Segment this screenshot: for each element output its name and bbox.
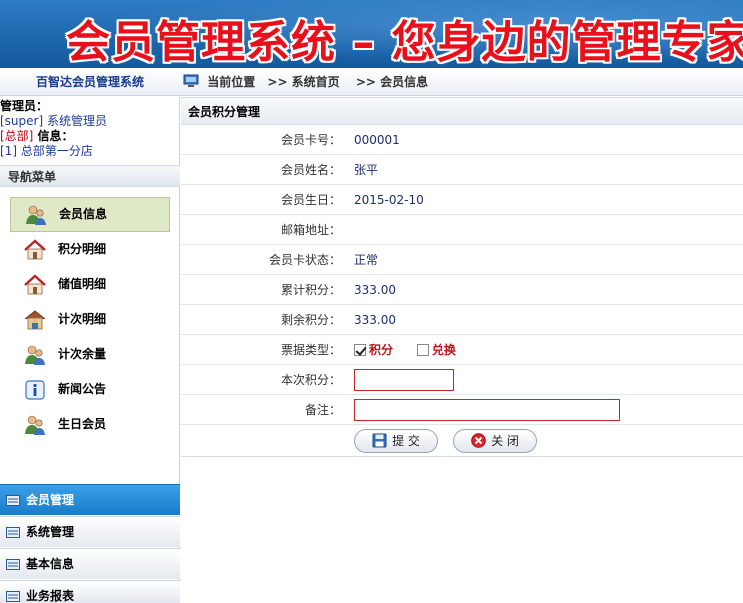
info-label: 信息： [33, 129, 74, 143]
branch-tag: [总部] [0, 129, 34, 143]
section-label: 系统管理 [26, 525, 75, 539]
redeem-checkbox[interactable] [416, 344, 429, 356]
system-name: 百智达会员管理系统 [35, 75, 144, 89]
admin-info: 管理员： [super] 系统管理员 [总部] 信息： [1] 总部第一分店 [0, 97, 179, 159]
nav-menu: 会员信息 积分明细 储值明细 计次明细 计次余量 新闻公告 生日会员 [0, 197, 180, 442]
admin-value: [super] 系统管理员 [0, 114, 107, 128]
field-label: 备注： [304, 403, 341, 417]
section-business-reports[interactable]: 业务报表 [0, 580, 180, 603]
close-label: 关 闭 [491, 434, 519, 448]
submit-label: 提 交 [392, 434, 420, 448]
section-label: 会员管理 [26, 493, 75, 507]
section-basic-info[interactable]: 基本信息 [0, 548, 180, 579]
nav-item-label: 会员信息 [59, 207, 108, 221]
ticket-type-options: 积分 兑换 [354, 335, 476, 365]
status-value: 正常 [354, 253, 379, 267]
name-value: 张平 [354, 163, 379, 177]
house-icon [24, 274, 46, 295]
nav-menu-title: 导航菜单 [0, 165, 180, 187]
nav-item-birthday-members[interactable]: 生日会员 [10, 407, 170, 442]
breadcrumb-member-info[interactable]: >> 会员信息 [356, 75, 428, 89]
location-label: 当前位置 [207, 75, 256, 89]
nav-item-label: 计次余量 [58, 347, 107, 361]
remain-points-value: 333.00 [354, 313, 396, 327]
header-banner: 会员管理系统 – 您身边的管理专家 [0, 0, 743, 68]
total-points-value: 333.00 [354, 283, 396, 297]
nav-item-member-info[interactable]: 会员信息 [10, 197, 170, 232]
button-row: 提 交 关 闭 [181, 425, 743, 457]
nav-item-count-detail[interactable]: 计次明细 [10, 302, 170, 337]
field-row-current-points: 本次积分： [181, 365, 743, 395]
breadcrumb: 当前位置 >> 系统首页 >> 会员信息 [183, 68, 432, 96]
field-label: 累计积分： [280, 283, 341, 297]
nav-item-points-detail[interactable]: 积分明细 [10, 232, 170, 267]
section-label: 基本信息 [26, 557, 75, 571]
field-label: 剩余积分： [280, 313, 341, 327]
info-icon [25, 380, 45, 400]
field-label: 会员姓名： [280, 163, 341, 177]
field-row-birthday: 会员生日： 2015-02-10 [181, 185, 743, 215]
section-label: 业务报表 [26, 589, 75, 603]
nav-item-label: 生日会员 [58, 417, 107, 431]
field-label: 票据类型： [280, 343, 341, 357]
current-points-input[interactable] [354, 369, 454, 391]
section-member-management[interactable]: 会员管理 [0, 484, 180, 515]
section-system-management[interactable]: 系统管理 [0, 516, 180, 547]
redeem-option-label[interactable]: 兑换 [432, 343, 456, 357]
close-icon [471, 433, 486, 448]
field-row-ticket-type: 票据类型： 积分 兑换 [181, 335, 743, 365]
main-panel: 会员积分管理 会员卡号： 000001 会员姓名： 张平 会员生日： 2015-… [181, 97, 743, 603]
list-icon [6, 527, 20, 538]
nav-item-news[interactable]: 新闻公告 [10, 372, 170, 407]
nav-item-label: 储值明细 [58, 277, 107, 291]
computer-icon [183, 74, 199, 87]
house-person-icon [24, 310, 46, 330]
points-option-label[interactable]: 积分 [369, 343, 393, 357]
list-icon [6, 495, 20, 506]
list-icon [6, 559, 20, 570]
nav-item-label: 新闻公告 [58, 382, 107, 396]
top-bar: 百智达会员管理系统 当前位置 >> 系统首页 >> 会员信息 [0, 68, 743, 96]
field-label: 会员生日： [280, 193, 341, 207]
admin-label: 管理员： [0, 99, 49, 113]
field-row-card-no: 会员卡号： 000001 [181, 125, 743, 155]
breadcrumb-home[interactable]: >> 系统首页 [267, 75, 339, 89]
field-label: 本次积分： [280, 373, 341, 387]
nav-item-label: 计次明细 [58, 312, 107, 326]
member-icon [25, 345, 45, 365]
save-icon [372, 433, 387, 448]
card-no-value: 000001 [354, 133, 400, 147]
field-row-status: 会员卡状态： 正常 [181, 245, 743, 275]
nav-item-count-balance[interactable]: 计次余量 [10, 337, 170, 372]
member-icon [25, 415, 45, 435]
panel-title: 会员积分管理 [181, 97, 743, 125]
banner-title: 会员管理系统 – 您身边的管理专家 [66, 17, 743, 68]
field-row-remark: 备注： [181, 395, 743, 425]
nav-item-label: 积分明细 [58, 242, 107, 256]
field-row-remain-points: 剩余积分： 333.00 [181, 305, 743, 335]
remark-input[interactable] [354, 399, 620, 421]
birthday-value: 2015-02-10 [354, 193, 424, 207]
field-row-name: 会员姓名： 张平 [181, 155, 743, 185]
member-icon [26, 205, 46, 225]
left-sidebar: 管理员： [super] 系统管理员 [总部] 信息： [1] 总部第一分店 导… [0, 97, 180, 603]
list-icon [6, 591, 20, 602]
nav-item-stored-value-detail[interactable]: 储值明细 [10, 267, 170, 302]
field-row-email: 邮箱地址： [181, 215, 743, 245]
field-label: 会员卡状态： [268, 253, 341, 267]
close-button[interactable]: 关 闭 [453, 429, 537, 453]
points-checkbox[interactable] [354, 344, 366, 356]
field-label: 会员卡号： [280, 133, 341, 147]
house-icon [24, 239, 46, 260]
field-row-total-points: 累计积分： 333.00 [181, 275, 743, 305]
branch-value: [1] 总部第一分店 [0, 144, 93, 158]
field-label: 邮箱地址： [280, 223, 341, 237]
submit-button[interactable]: 提 交 [354, 429, 438, 453]
